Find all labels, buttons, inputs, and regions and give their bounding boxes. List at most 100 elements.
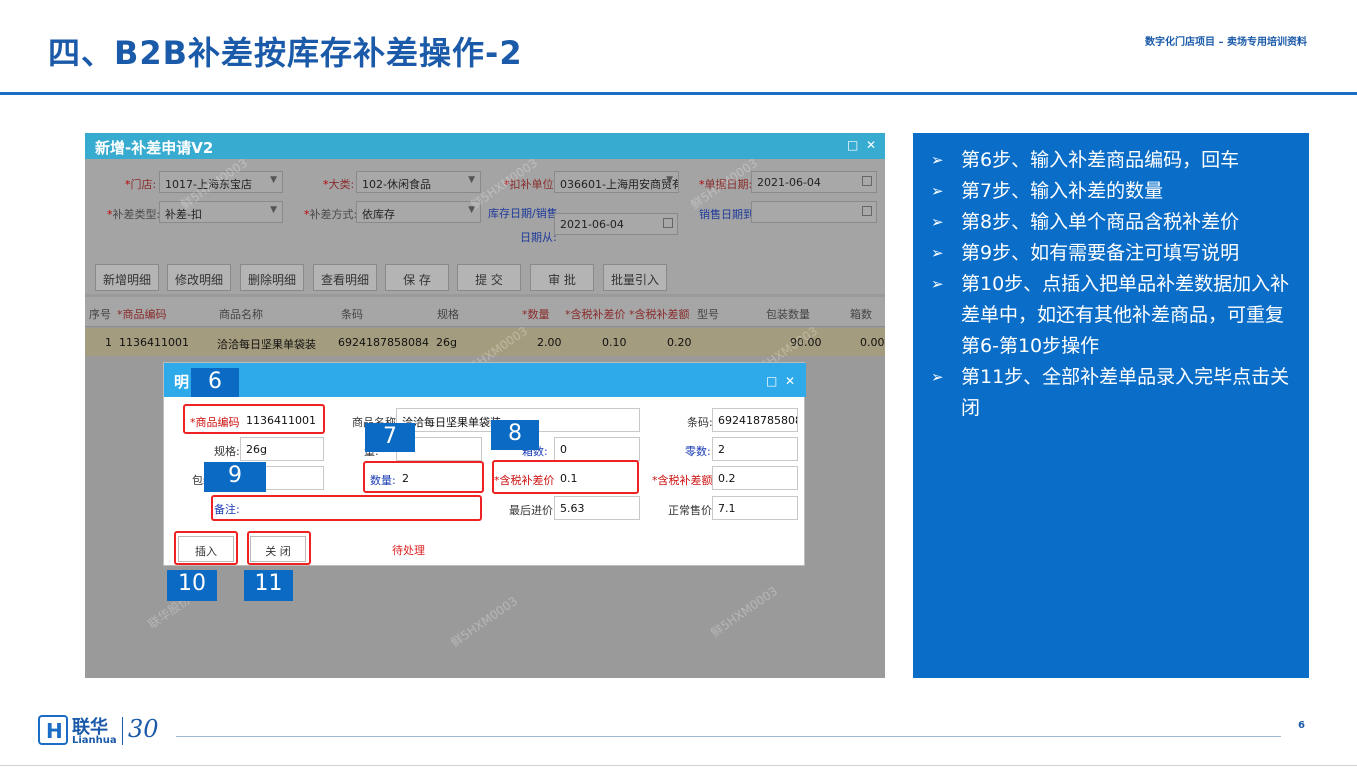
highlight-close — [247, 531, 311, 565]
edit-detail-button[interactable]: 修改明细 — [167, 264, 231, 291]
col-header[interactable]: 商品名称 — [219, 306, 263, 322]
last-price-field[interactable]: 5.63 — [554, 496, 640, 520]
chevron-down-icon: ▼ — [468, 175, 475, 185]
stock-date-field[interactable]: 2021-06-04 — [554, 213, 678, 235]
highlight-quantity — [363, 461, 484, 493]
arrow-right-icon: ➢ — [931, 368, 944, 386]
maximize-icon[interactable]: □ — [766, 374, 777, 388]
toolbar: 新增明细 修改明细 删除明细 查看明细 保 存 提 交 审 批 批量引入 — [85, 254, 885, 294]
amount-diff-label: *含税补差额: — [652, 474, 717, 487]
close-icon[interactable]: ✕ — [785, 374, 795, 388]
logo-mark-icon: H — [38, 715, 68, 745]
batch-import-button[interactable]: 批量引入 — [603, 264, 667, 291]
cell-boxes: 0.00 — [860, 336, 885, 349]
highlight-remark — [211, 495, 482, 521]
footer-divider — [176, 736, 1281, 737]
step-badge-10: 10 — [167, 570, 217, 601]
delete-detail-button[interactable]: 删除明细 — [240, 264, 304, 291]
logo-separator — [122, 717, 123, 745]
highlight-product-code — [183, 404, 325, 434]
arrow-right-icon: ➢ — [931, 182, 944, 200]
col-header[interactable]: *含税补差价 — [565, 306, 626, 322]
method-label: 补差方式: — [304, 206, 358, 222]
cell-seq: 1 — [105, 336, 112, 349]
save-button[interactable]: 保 存 — [385, 264, 449, 291]
step-item-6: ➢ 第6步、输入补差商品编码，回车 — [931, 145, 1295, 176]
col-header[interactable]: 型号 — [697, 306, 719, 322]
submit-button[interactable]: 提 交 — [457, 264, 521, 291]
normal-price-field[interactable]: 7.1 — [712, 496, 798, 520]
cell-barcode: 6924187858084 — [338, 336, 429, 349]
col-header[interactable]: 规格 — [437, 306, 459, 322]
col-header[interactable]: 条码 — [341, 306, 363, 322]
cell-name: 洽洽每日坚果单袋装 — [217, 338, 316, 351]
page-number: 6 — [1298, 720, 1305, 731]
col-header[interactable]: *含税补差额 — [629, 306, 690, 322]
cell-qty: 2.00 — [537, 336, 562, 349]
window-title-bar: 新增-补差申请V2 — [85, 133, 885, 159]
status-label: 待处理 — [392, 544, 425, 557]
dialog-title-bar: 明 — [164, 363, 806, 397]
spec-field[interactable]: 26g — [240, 437, 324, 461]
chevron-down-icon: ▼ — [270, 175, 277, 185]
col-header[interactable]: 包装数量 — [766, 306, 810, 322]
cell-amount: 0.20 — [667, 336, 692, 349]
watermark: 鲜5HXM0003 — [708, 583, 781, 640]
slide-title: 四、B2B补差按库存补差操作-2 — [48, 34, 523, 72]
category-select[interactable]: 102-休闲食品 ▼ — [356, 171, 481, 193]
col-header[interactable]: 序号 — [89, 306, 111, 322]
spec-label: 规格: — [214, 445, 240, 458]
instructions-panel: ➢ 第6步、输入补差商品编码，回车 ➢ 第7步、输入补差的数量 ➢ 第8步、输入单个商… — [913, 133, 1309, 678]
grid-header: 序号 *商品编码 商品名称 条码 规格 *数量 *含税补差价 *含税补差额 型号… — [85, 297, 885, 327]
step-badge-9: 9 — [204, 462, 266, 492]
box-count-field[interactable]: 0 — [554, 437, 640, 461]
type-select[interactable]: 补差-扣 ▼ — [159, 201, 283, 223]
sale-to-field[interactable] — [751, 201, 877, 223]
barcode-field[interactable]: 6924187858084 — [712, 408, 798, 432]
store-label: 门店: — [125, 176, 157, 192]
close-icon[interactable]: ✕ — [866, 138, 876, 152]
col-header[interactable]: *商品编码 — [117, 306, 167, 322]
cell-code: 1136411001 — [119, 336, 189, 349]
unit-count-field[interactable]: 2 — [712, 437, 798, 461]
calendar-icon — [862, 176, 872, 186]
chevron-down-icon: ▼ — [270, 205, 277, 215]
cell-spec: 26g — [436, 336, 457, 349]
col-header[interactable]: *数量 — [522, 306, 550, 322]
maximize-icon[interactable]: □ — [847, 138, 858, 152]
highlight-unit-price — [492, 460, 639, 494]
type-label: 补差类型: — [107, 206, 161, 222]
calendar-icon — [663, 218, 673, 228]
step-badge-8: 8 — [491, 420, 539, 450]
step-item-10: ➢ 第10步、点插入把单品补差数据加入补差单中，如还有其他补差商品，可重复第6-第… — [931, 269, 1295, 362]
dialog-title: 明 — [174, 373, 190, 391]
step-badge-6: 6 — [191, 368, 239, 397]
view-detail-button[interactable]: 查看明细 — [313, 264, 377, 291]
step-badge-11: 11 — [244, 570, 293, 601]
col-header[interactable]: 箱数 — [850, 306, 872, 322]
step-badge-7: 7 — [365, 423, 415, 452]
chevron-down-icon: ▼ — [666, 175, 673, 185]
bottom-border — [0, 765, 1357, 766]
deduct-unit-select[interactable]: 036601-上海用安商贸有 ▼ — [554, 171, 679, 193]
stock-date-label-2: 日期从: — [520, 231, 557, 244]
slide-subtitle: 数字化门店项目 – 卖场专用培训资料 — [1145, 37, 1307, 48]
header-divider — [0, 92, 1357, 95]
calendar-icon — [862, 206, 872, 216]
stock-date-label: 库存日期/销售 — [488, 207, 558, 220]
approve-button[interactable]: 审 批 — [530, 264, 594, 291]
step-item-8: ➢ 第8步、输入单个商品含税补差价 — [931, 207, 1295, 238]
unit-count-label: 零数: — [685, 445, 711, 458]
add-detail-button[interactable]: 新增明细 — [95, 264, 159, 291]
anniversary-mark: 30 — [128, 715, 159, 743]
last-price-label: 最后进价: — [509, 504, 557, 517]
step-item-7: ➢ 第7步、输入补差的数量 — [931, 176, 1295, 207]
step-item-9: ➢ 第9步、如有需要备注可填写说明 — [931, 238, 1295, 269]
watermark: 鲜5HXM0003 — [448, 593, 521, 650]
barcode-label: 条码: — [687, 416, 713, 429]
arrow-right-icon: ➢ — [931, 151, 944, 169]
doc-date-field[interactable]: 2021-06-04 — [751, 171, 877, 193]
cell-price: 0.10 — [602, 336, 627, 349]
amount-diff-field[interactable]: 0.2 — [712, 466, 798, 490]
method-select[interactable]: 依库存 ▼ — [356, 201, 481, 223]
